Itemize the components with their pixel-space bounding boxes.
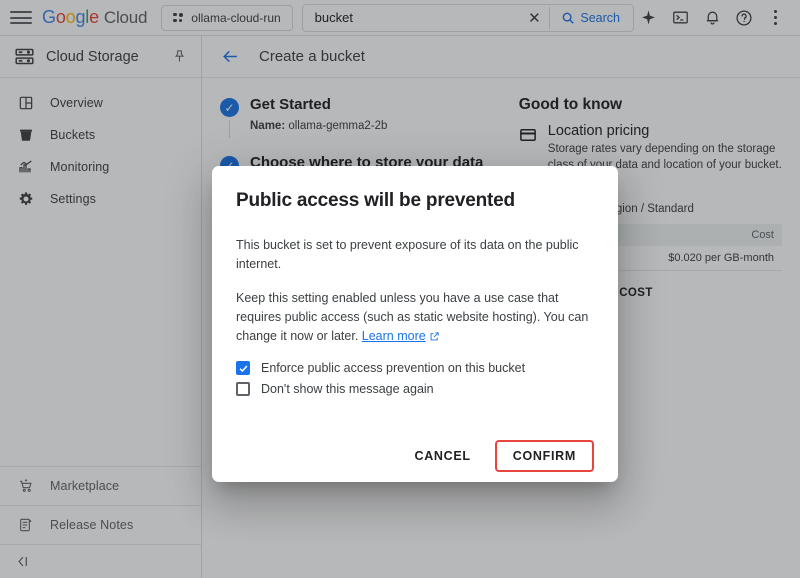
- check-icon: [238, 363, 249, 374]
- dialog-paragraph-2: Keep this setting enabled unless you hav…: [236, 289, 594, 346]
- dont-show-again-checkbox[interactable]: [236, 382, 250, 396]
- learn-more-label: Learn more: [362, 327, 426, 346]
- enforce-public-access-checkbox-row[interactable]: Enforce public access prevention on this…: [236, 361, 594, 375]
- app-root: GoogleCloud ollama-cloud-run ✕ Search: [0, 0, 800, 578]
- learn-more-link[interactable]: Learn more: [362, 327, 440, 346]
- dialog-title: Public access will be prevented: [236, 190, 594, 212]
- dont-show-again-checkbox-row[interactable]: Don't show this message again: [236, 382, 594, 396]
- enforce-public-access-label: Enforce public access prevention on this…: [261, 361, 525, 375]
- dialog-confirm-button[interactable]: CONFIRM: [495, 440, 594, 472]
- dialog-actions: CANCEL CONFIRM: [236, 440, 594, 472]
- dialog-cancel-button[interactable]: CANCEL: [400, 440, 484, 472]
- enforce-public-access-checkbox[interactable]: [236, 361, 250, 375]
- dont-show-again-label: Don't show this message again: [261, 382, 434, 396]
- open-in-new-icon: [429, 331, 440, 342]
- dialog-paragraph-1: This bucket is set to prevent exposure o…: [236, 236, 594, 274]
- public-access-dialog: Public access will be prevented This buc…: [212, 166, 618, 482]
